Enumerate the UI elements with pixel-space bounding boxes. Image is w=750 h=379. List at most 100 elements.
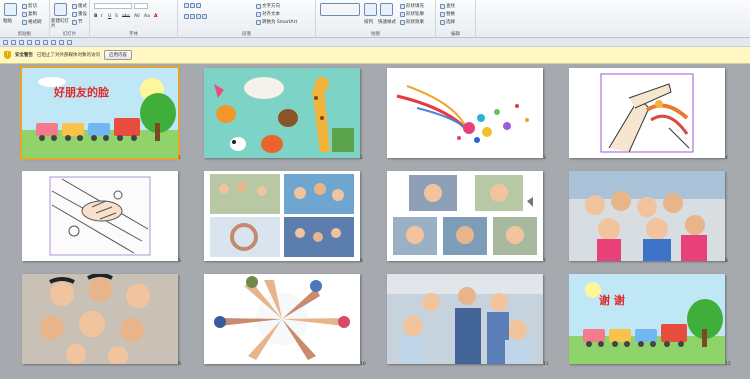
effects-icon: [400, 19, 405, 25]
cut-button[interactable]: 剪切: [22, 3, 37, 9]
slide-thumbnail-1[interactable]: 好朋友的脸: [20, 66, 180, 160]
new-slide-icon[interactable]: [54, 3, 67, 16]
layout-icon: [72, 3, 77, 9]
slide-number: 10: [360, 362, 366, 367]
paste-icon[interactable]: [4, 3, 17, 16]
smartart-button[interactable]: 转换为 SmartArt: [256, 19, 297, 25]
text-direction-icon: [256, 3, 261, 9]
scissors-icon: [22, 3, 27, 9]
underline-button[interactable]: U: [108, 14, 111, 19]
security-warning-bar: ! 安全警告 已阻止了对外部媒体对象的访问 启用内容: [0, 47, 750, 64]
open-icon[interactable]: [43, 39, 48, 45]
slide-7-art: [387, 171, 543, 261]
arrange-button[interactable]: 排列: [364, 19, 373, 25]
slide-thumbnail-11[interactable]: [387, 274, 543, 364]
editing-label: 编辑: [451, 32, 460, 37]
font-label: 字体: [129, 32, 138, 37]
spacing-button[interactable]: AV: [134, 14, 140, 19]
copy-button[interactable]: 复制: [22, 11, 37, 17]
align-right-icon: [196, 14, 201, 19]
slide-number: 7: [543, 259, 546, 264]
change-case-button[interactable]: Aa: [144, 14, 150, 19]
undo-icon[interactable]: [11, 39, 16, 45]
slide-number: 5: [178, 259, 181, 264]
slide-2-art: [204, 68, 360, 158]
slide-8-art: [569, 171, 725, 261]
slide-thumbnail-9[interactable]: [22, 274, 178, 364]
text-direction-button[interactable]: 文字方向: [256, 3, 280, 9]
justify-icon: [202, 14, 207, 19]
shapes-gallery[interactable]: [320, 3, 360, 16]
paragraph-label: 段落: [242, 32, 251, 37]
format-painter-button[interactable]: 格式刷: [22, 19, 42, 25]
section-button[interactable]: 节: [72, 19, 83, 25]
slides-group: 新建幻灯片 版式 重设 节 幻灯片: [50, 0, 90, 38]
save-icon[interactable]: [3, 39, 8, 45]
find-button[interactable]: 查找: [440, 3, 455, 9]
slide-thumbnail-10[interactable]: [204, 274, 360, 364]
slide-thumbnail-6[interactable]: [204, 171, 360, 261]
smartart-icon: [256, 19, 261, 25]
slides-label: 幻灯片: [62, 32, 77, 37]
slide-11-art: [387, 274, 543, 364]
slideshow-icon[interactable]: [59, 39, 64, 45]
slide-5-art: [22, 171, 178, 261]
quick-styles-button[interactable]: 快速样式: [378, 19, 396, 25]
shape-effects-button[interactable]: 形状效果: [400, 19, 424, 25]
quick-styles-icon[interactable]: [380, 3, 393, 16]
align-text-icon: [256, 11, 261, 17]
align-buttons[interactable]: [184, 14, 207, 19]
slide-thumbnail-5[interactable]: [22, 171, 178, 261]
replace-button[interactable]: 替换: [440, 11, 455, 17]
new-icon[interactable]: [51, 39, 56, 45]
italic-button[interactable]: I: [101, 14, 102, 19]
font-group: B I U S abc AV Aa A 字体: [90, 0, 178, 38]
bullets-button[interactable]: [184, 3, 201, 8]
find-icon: [440, 3, 445, 9]
slide-number: 2: [360, 156, 363, 161]
brush-icon: [22, 19, 27, 25]
shadow-button[interactable]: S: [115, 14, 118, 19]
new-slide-button[interactable]: 新建幻灯片: [51, 19, 73, 29]
print-preview-icon[interactable]: [27, 39, 32, 45]
paste-button[interactable]: 粘贴: [3, 18, 12, 24]
slide-4-art: [569, 68, 725, 158]
enable-content-button[interactable]: 启用内容: [104, 50, 132, 60]
slide-thumbnail-8[interactable]: [569, 171, 725, 261]
align-center-icon: [190, 14, 195, 19]
clipboard-label: 剪贴板: [17, 32, 32, 37]
align-text-button[interactable]: 对齐文本: [256, 11, 280, 17]
slide-number: 3: [543, 156, 546, 161]
bold-button[interactable]: B: [94, 14, 97, 19]
select-button[interactable]: 选择: [440, 19, 455, 25]
layout-button[interactable]: 版式: [72, 3, 87, 9]
slide-number: 12: [725, 362, 731, 367]
clipboard-group: 粘贴 剪切 复制 格式刷 剪贴板: [0, 0, 50, 38]
bullets-icon: [184, 3, 189, 8]
slide-thumbnail-4[interactable]: [569, 68, 725, 158]
slide-thumbnail-12[interactable]: 谢 谢: [569, 274, 725, 364]
redo-icon[interactable]: [19, 39, 24, 45]
strikethrough-button[interactable]: abc: [122, 14, 130, 19]
font-color-button[interactable]: A: [154, 14, 157, 19]
slide-12-art: [569, 274, 725, 364]
slide-sorter: 好朋友的脸 1 2 3 4 5 6 7 8 9 10 11 谢 谢 12: [0, 64, 750, 379]
font-size-box[interactable]: [134, 3, 148, 9]
shape-fill-button[interactable]: 形状填充: [400, 3, 424, 9]
arrange-icon[interactable]: [364, 3, 377, 16]
quick-access-toolbar: [0, 38, 750, 47]
slide-thumbnail-2[interactable]: [204, 68, 360, 158]
reset-button[interactable]: 重设: [72, 11, 87, 17]
spelling-icon[interactable]: [35, 39, 40, 45]
slide-1-art: [22, 68, 178, 158]
slide-thumbnail-7[interactable]: [387, 171, 543, 261]
fill-icon: [400, 3, 405, 9]
shape-outline-button[interactable]: 形状轮廓: [400, 11, 424, 17]
customize-qat-icon[interactable]: [67, 39, 72, 45]
slide-number: 9: [178, 362, 181, 367]
slide-thumbnail-3[interactable]: [387, 68, 543, 158]
font-name-box[interactable]: [94, 3, 132, 9]
drawing-group: 排列 快速样式 形状填充 形状轮廓 形状效果 绘图: [316, 0, 436, 38]
slide-number: 8: [725, 259, 728, 264]
ribbon: 粘贴 剪切 复制 格式刷 剪贴板 新建幻灯片 版式 重设 节 幻灯片 B I U…: [0, 0, 750, 38]
